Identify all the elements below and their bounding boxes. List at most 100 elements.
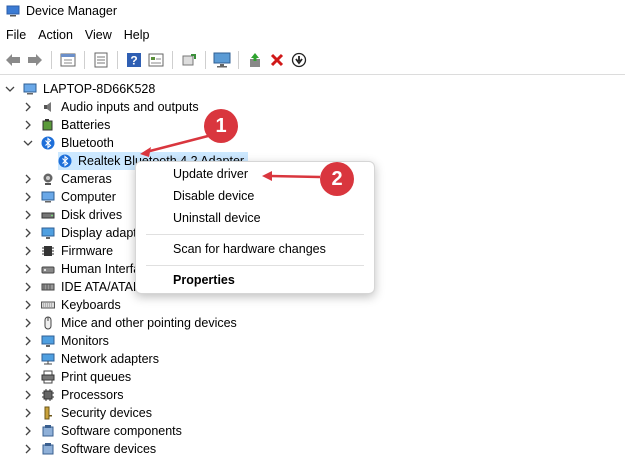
update-driver-icon[interactable] xyxy=(246,51,264,69)
software-icon xyxy=(41,442,55,456)
scan-hardware-menu-item[interactable]: Scan for hardware changes xyxy=(173,242,326,256)
list-icon[interactable] xyxy=(92,51,110,69)
menu-help[interactable]: Help xyxy=(118,28,156,42)
tree-item-processors[interactable]: Processors xyxy=(23,386,124,404)
tree-item-label: Software components xyxy=(61,424,182,438)
tree-item-label: Print queues xyxy=(61,370,132,384)
disable-device-menu-item[interactable]: Disable device xyxy=(173,189,254,203)
camera-icon xyxy=(41,172,55,186)
toolbar-separator xyxy=(205,51,206,69)
chevron-right-icon[interactable] xyxy=(23,210,33,220)
forward-icon[interactable] xyxy=(26,51,44,69)
tree-item-human-interface[interactable]: Human Interfa xyxy=(23,260,140,278)
tree-item-label: Keyboards xyxy=(61,298,121,312)
chevron-right-icon[interactable] xyxy=(23,192,33,202)
tree-item-monitors[interactable]: Monitors xyxy=(23,332,109,350)
uninstall-device-menu-item[interactable]: Uninstall device xyxy=(173,211,261,225)
tree-item-label: Computer xyxy=(61,190,116,204)
tree-item-disk-drives[interactable]: Disk drives xyxy=(23,206,122,224)
tree-root-label: LAPTOP-8D66K528 xyxy=(43,82,156,96)
properties-icon[interactable] xyxy=(59,51,77,69)
tree-item-audio[interactable]: Audio inputs and outputs xyxy=(23,98,199,116)
tree-item-software-components[interactable]: Software components xyxy=(23,422,182,440)
network-icon xyxy=(41,352,55,366)
chevron-right-icon[interactable] xyxy=(23,318,33,328)
battery-icon xyxy=(41,118,55,132)
menu-view[interactable]: View xyxy=(79,28,118,42)
chevron-down-icon[interactable] xyxy=(5,84,15,94)
chevron-right-icon[interactable] xyxy=(23,102,33,112)
ide-icon xyxy=(41,280,55,294)
tree-item-cameras[interactable]: Cameras xyxy=(23,170,112,188)
chevron-right-icon[interactable] xyxy=(23,264,33,274)
svg-text:?: ? xyxy=(130,54,137,68)
chevron-right-icon[interactable] xyxy=(23,300,33,310)
tree-item-label: Firmware xyxy=(61,244,114,258)
tree-item-ide[interactable]: IDE ATA/ATAPI xyxy=(23,278,145,296)
tree-item-print-queues[interactable]: Print queues xyxy=(23,368,131,386)
tree-item-label: Monitors xyxy=(61,334,109,348)
toolbar: ? xyxy=(0,46,625,75)
chevron-right-icon[interactable] xyxy=(23,426,33,436)
tree-item-label: Bluetooth xyxy=(61,136,114,150)
printer-icon xyxy=(41,370,55,384)
speaker-icon xyxy=(41,100,55,114)
tree-root[interactable]: LAPTOP-8D66K528 xyxy=(5,80,155,98)
bluetooth-icon xyxy=(41,136,55,150)
tree-item-computer[interactable]: Computer xyxy=(23,188,116,206)
callout-badge-2: 2 xyxy=(320,162,354,196)
uninstall-icon[interactable] xyxy=(268,51,286,69)
chevron-right-icon[interactable] xyxy=(23,354,33,364)
chevron-right-icon[interactable] xyxy=(23,444,33,454)
tree-item-batteries[interactable]: Batteries xyxy=(23,116,110,134)
keyboard-icon xyxy=(41,298,55,312)
menu-action[interactable]: Action xyxy=(32,28,79,42)
security-icon xyxy=(41,406,55,420)
tree-item-network-adapters[interactable]: Network adapters xyxy=(23,350,159,368)
processor-icon xyxy=(41,388,55,402)
bluetooth-icon xyxy=(58,154,72,168)
tree-item-software-devices[interactable]: Software devices xyxy=(23,440,156,458)
window-title: Device Manager xyxy=(26,4,118,18)
menu-divider xyxy=(146,234,364,235)
monitor-icon xyxy=(41,334,55,348)
tree-item-label: Display adapte xyxy=(61,226,144,240)
computer-icon xyxy=(23,82,37,96)
tree-item-label: Disk drives xyxy=(61,208,123,222)
tree-item-display-adapters[interactable]: Display adapte xyxy=(23,224,144,242)
menu-file[interactable]: File xyxy=(0,28,32,42)
chevron-right-icon[interactable] xyxy=(23,120,33,130)
tree-item-mice[interactable]: Mice and other pointing devices xyxy=(23,314,237,332)
chevron-right-icon[interactable] xyxy=(23,246,33,256)
chevron-right-icon[interactable] xyxy=(23,228,33,238)
back-icon[interactable] xyxy=(4,51,22,69)
tree-item-label: Security devices xyxy=(61,406,153,420)
chevron-right-icon[interactable] xyxy=(23,282,33,292)
computer-icon xyxy=(41,190,55,204)
tree-item-keyboards[interactable]: Keyboards xyxy=(23,296,121,314)
chevron-right-icon[interactable] xyxy=(23,408,33,418)
chevron-right-icon[interactable] xyxy=(23,336,33,346)
tree-item-label: Software devices xyxy=(61,442,157,456)
tree-item-label: Batteries xyxy=(61,118,111,132)
tree-item-bluetooth[interactable]: Bluetooth xyxy=(23,134,114,152)
chevron-right-icon[interactable] xyxy=(23,372,33,382)
tree-item-security-devices[interactable]: Security devices xyxy=(23,404,152,422)
toolbar-separator xyxy=(117,51,118,69)
chevron-right-icon[interactable] xyxy=(23,390,33,400)
update-driver-menu-item[interactable]: Update driver xyxy=(173,167,248,181)
monitor-icon[interactable] xyxy=(213,51,231,69)
chevron-down-icon[interactable] xyxy=(23,138,33,148)
menu-divider xyxy=(146,265,364,266)
scan-icon[interactable] xyxy=(180,51,198,69)
software-icon xyxy=(41,424,55,438)
download-icon[interactable] xyxy=(290,51,308,69)
tree-item-label: Human Interfa xyxy=(61,262,141,276)
view-icon[interactable] xyxy=(147,51,165,69)
toolbar-separator xyxy=(172,51,173,69)
mouse-icon xyxy=(41,316,55,330)
properties-menu-item[interactable]: Properties xyxy=(173,273,235,287)
tree-item-firmware[interactable]: Firmware xyxy=(23,242,113,260)
help-icon[interactable]: ? xyxy=(125,51,143,69)
chevron-right-icon[interactable] xyxy=(23,174,33,184)
